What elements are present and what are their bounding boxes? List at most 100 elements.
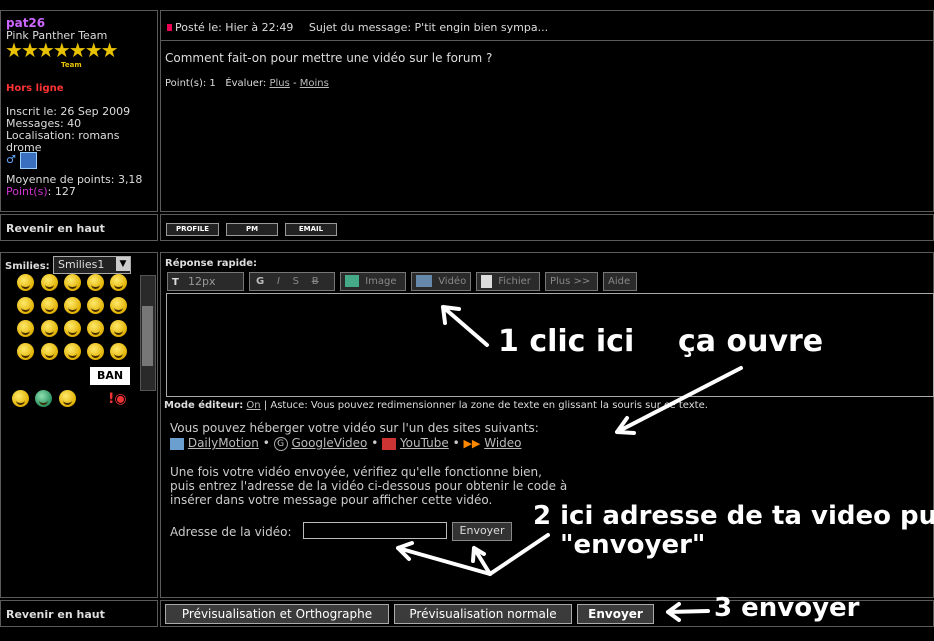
file-button[interactable]: Fichier — [476, 272, 540, 291]
site-link-wideo[interactable]: Wideo — [484, 436, 521, 450]
bold-button[interactable]: G — [256, 276, 264, 287]
smiley-icon[interactable] — [87, 274, 104, 291]
smiley-icon[interactable] — [41, 320, 58, 337]
editor-mode-label: Mode éditeur: — [164, 400, 244, 411]
quick-reply-label: Réponse rapide: — [165, 258, 258, 269]
profile-button[interactable]: PROFILE — [166, 223, 219, 236]
site-link-googlevideo[interactable]: GoogleVideo — [291, 436, 367, 450]
annotation-step2: 2 ici adresse de ta video puis — [533, 501, 934, 531]
smiley-icon[interactable] — [17, 274, 34, 291]
gender-icon: ♂ — [6, 153, 16, 166]
post-rating: Point(s): 1 Évaluer: Plus - Moins — [165, 78, 329, 89]
googlevideo-icon: G — [273, 436, 288, 451]
file-icon — [481, 274, 492, 288]
rank-stars: ★★★★★★★ — [5, 40, 119, 60]
rate-label: Évaluer: — [225, 78, 267, 89]
back-to-top-link[interactable]: Revenir en haut — [6, 608, 105, 621]
post-points: Point(s): 1 — [165, 78, 216, 89]
annotation-opens: ça ouvre — [678, 324, 824, 359]
author-points: Point(s): 127 — [6, 185, 76, 198]
bullet: • — [371, 436, 379, 450]
smilies-scrollbar[interactable] — [140, 275, 156, 391]
editor-tip: | Astuce: Vous pouvez redimensionner la … — [263, 400, 708, 411]
smiley-icon[interactable] — [17, 343, 34, 360]
file-button-label: Fichier — [498, 276, 531, 287]
annotation-step1: 1 clic ici — [498, 324, 635, 359]
back-to-top-link[interactable]: Revenir en haut — [6, 222, 105, 235]
smiley-icon[interactable] — [87, 343, 104, 360]
profile-buttons-cell: PROFILE PM EMAIL — [160, 214, 934, 241]
video-address-input[interactable] — [303, 522, 447, 539]
video-intro: Vous pouvez héberger votre vidéo sur l'u… — [170, 421, 539, 435]
scrollbar-thumb[interactable] — [142, 306, 153, 366]
italic-button[interactable]: I — [277, 276, 280, 287]
ban-smiley[interactable]: BAN — [90, 367, 130, 385]
video-panel: Vous pouvez héberger votre vidéo sur l'u… — [170, 421, 567, 507]
smiley-icon[interactable] — [64, 343, 81, 360]
strike-button[interactable]: S — [293, 276, 299, 287]
post-body: Comment fait-on pour mettre une vidéo su… — [165, 51, 493, 65]
wideo-icon: ▶▶ — [463, 437, 481, 450]
smiley-icon[interactable] — [110, 297, 127, 314]
smiley-icon[interactable] — [110, 343, 127, 360]
smiley-icon[interactable] — [64, 297, 81, 314]
smiley-icon[interactable] — [41, 297, 58, 314]
msn-icon[interactable] — [20, 152, 37, 169]
site-link-dailymotion[interactable]: DailyMotion — [188, 436, 259, 450]
more-button[interactable]: Plus >> — [545, 272, 598, 291]
points-label: Point(s) — [6, 185, 48, 198]
preview-spellcheck-button[interactable]: Prévisualisation et Orthographe — [165, 604, 389, 624]
smiley-icon[interactable] — [41, 274, 58, 291]
post-subject: Sujet du message: P'tit engin bien sympa… — [308, 21, 549, 34]
smiley-icon[interactable]: !◉ — [108, 391, 127, 407]
smiley-icon[interactable] — [12, 390, 29, 407]
editor-mode-toggle[interactable]: On — [246, 400, 260, 411]
rate-plus-link[interactable]: Plus — [269, 78, 289, 89]
smiley-icon[interactable] — [59, 390, 76, 407]
image-button[interactable]: Image — [340, 272, 406, 291]
post-divider — [161, 40, 933, 41]
smiley-icon[interactable] — [35, 390, 52, 407]
editor-mode-line: Mode éditeur: On | Astuce: Vous pouvez r… — [164, 400, 708, 411]
video-button[interactable]: Vidéo — [411, 272, 471, 291]
points-value: : 127 — [47, 185, 76, 198]
font-icon: T — [172, 277, 179, 288]
underline-button[interactable]: B — [312, 276, 319, 287]
send-button[interactable]: Envoyer — [577, 604, 654, 624]
format-buttons: G I S B — [249, 272, 335, 291]
back-to-top-cell: Revenir en haut — [0, 214, 158, 241]
font-size-label: 12px — [188, 275, 216, 288]
author-panel: pat26 Pink Panther Team ★★★★★★★ Team Hor… — [0, 10, 158, 212]
annotation-step3: 3 envoyer — [714, 593, 860, 623]
post-header: Posté le: Hier à 22:49 Sujet du message:… — [167, 21, 548, 34]
annotation-step2-b: "envoyer" — [560, 530, 706, 560]
font-size-button[interactable]: T 12px — [167, 272, 244, 291]
smiley-icon[interactable] — [64, 274, 81, 291]
smiley-icon[interactable] — [41, 343, 58, 360]
smilies-panel: Smilies: Smilies1 ▼ BAN !◉ — [0, 252, 158, 598]
smiley-grid — [1, 253, 139, 453]
smiley-icon[interactable] — [17, 297, 34, 314]
post-panel: Posté le: Hier à 22:49 Sujet du message:… — [160, 10, 934, 212]
author-name[interactable]: pat26 — [6, 16, 45, 30]
smiley-icon[interactable] — [110, 274, 127, 291]
video-help-1: Une fois votre vidéo envoyée, vérifiez q… — [170, 464, 542, 479]
smiley-icon[interactable] — [110, 320, 127, 337]
image-icon — [345, 275, 359, 287]
smiley-icon[interactable] — [87, 297, 104, 314]
smiley-icon[interactable] — [87, 320, 104, 337]
preview-normal-button[interactable]: Prévisualisation normale — [394, 604, 572, 624]
site-link-youtube[interactable]: YouTube — [400, 436, 449, 450]
help-button[interactable]: Aide — [603, 272, 637, 291]
smiley-icon[interactable] — [17, 320, 34, 337]
bullet: • — [452, 436, 460, 450]
author-status: Hors ligne — [6, 83, 64, 94]
bullet: • — [262, 436, 270, 450]
rate-minus-link[interactable]: Moins — [300, 78, 329, 89]
post-date: Posté le: Hier à 22:49 — [175, 21, 294, 34]
email-button[interactable]: EMAIL — [285, 223, 337, 236]
video-send-button[interactable]: Envoyer — [452, 522, 512, 541]
pm-button[interactable]: PM — [226, 223, 278, 236]
smiley-icon[interactable] — [64, 320, 81, 337]
image-button-label: Image — [365, 276, 397, 287]
